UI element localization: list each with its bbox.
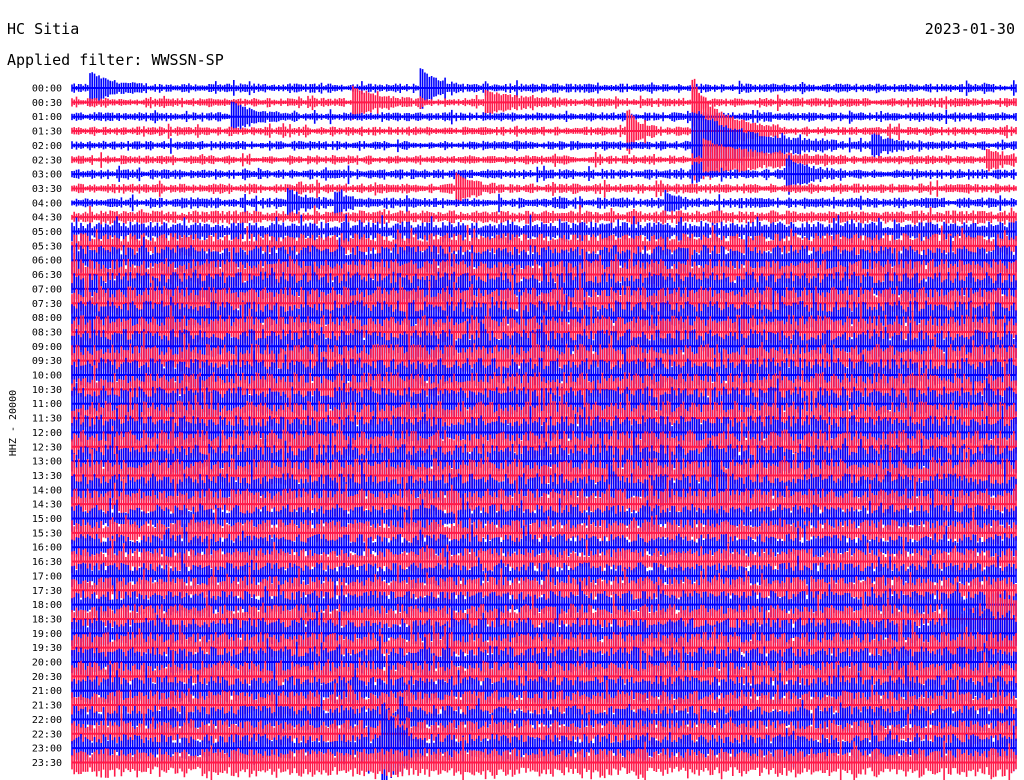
- time-label-33: 16:30: [32, 557, 62, 568]
- channel-label: HHZ - 20000: [8, 390, 19, 456]
- time-label-37: 18:30: [32, 614, 62, 625]
- helicorder-chart: 00:00 00:30 01:00 01:30 02:00 02:30 03:00 03:30…: [8, 68, 1017, 780]
- time-label-43: 21:30: [32, 701, 62, 712]
- time-tick-labels: 00:00 00:30 01:00 01:30 02:00 02:30 03:00 03:30…: [32, 84, 62, 769]
- time-label-3: 01:30: [32, 127, 62, 138]
- time-label-25: 12:30: [32, 442, 62, 453]
- time-label-19: 09:30: [32, 356, 62, 367]
- time-label-21: 10:30: [32, 385, 62, 396]
- time-label-29: 14:30: [32, 500, 62, 511]
- time-label-32: 16:00: [32, 543, 62, 554]
- time-label-17: 08:30: [32, 327, 62, 338]
- time-label-18: 09:00: [32, 342, 62, 353]
- time-label-38: 19:00: [32, 629, 62, 640]
- time-label-6: 03:00: [32, 170, 62, 181]
- time-label-39: 19:30: [32, 643, 62, 654]
- time-label-44: 22:00: [32, 715, 62, 726]
- time-label-34: 17:00: [32, 571, 62, 582]
- time-label-35: 17:30: [32, 586, 62, 597]
- time-label-8: 04:00: [32, 198, 62, 209]
- time-label-26: 13:00: [32, 457, 62, 468]
- time-label-23: 11:30: [32, 414, 62, 425]
- time-label-36: 18:00: [32, 600, 62, 611]
- time-label-28: 14:00: [32, 485, 62, 496]
- time-label-41: 20:30: [32, 672, 62, 683]
- trace-group: [71, 68, 1017, 780]
- time-label-46: 23:00: [32, 744, 62, 755]
- time-label-12: 06:00: [32, 256, 62, 267]
- time-label-42: 21:00: [32, 686, 62, 697]
- time-label-9: 04:30: [32, 213, 62, 224]
- time-label-47: 23:30: [32, 758, 62, 769]
- time-label-15: 07:30: [32, 299, 62, 310]
- time-label-4: 02:00: [32, 141, 62, 152]
- time-label-2: 01:00: [32, 112, 62, 123]
- time-label-27: 13:30: [32, 471, 62, 482]
- time-label-45: 22:30: [32, 729, 62, 740]
- time-label-5: 02:30: [32, 155, 62, 166]
- time-label-1: 00:30: [32, 98, 62, 109]
- time-label-24: 12:00: [32, 428, 62, 439]
- time-label-7: 03:30: [32, 184, 62, 195]
- time-label-40: 20:00: [32, 658, 62, 669]
- time-label-20: 10:00: [32, 371, 62, 382]
- time-label-16: 08:00: [32, 313, 62, 324]
- time-label-0: 00:00: [32, 84, 62, 95]
- time-label-14: 07:00: [32, 284, 62, 295]
- time-label-11: 05:30: [32, 241, 62, 252]
- time-label-13: 06:30: [32, 270, 62, 281]
- time-label-22: 11:00: [32, 399, 62, 410]
- time-label-10: 05:00: [32, 227, 62, 238]
- time-label-31: 15:30: [32, 528, 62, 539]
- time-label-30: 15:00: [32, 514, 62, 525]
